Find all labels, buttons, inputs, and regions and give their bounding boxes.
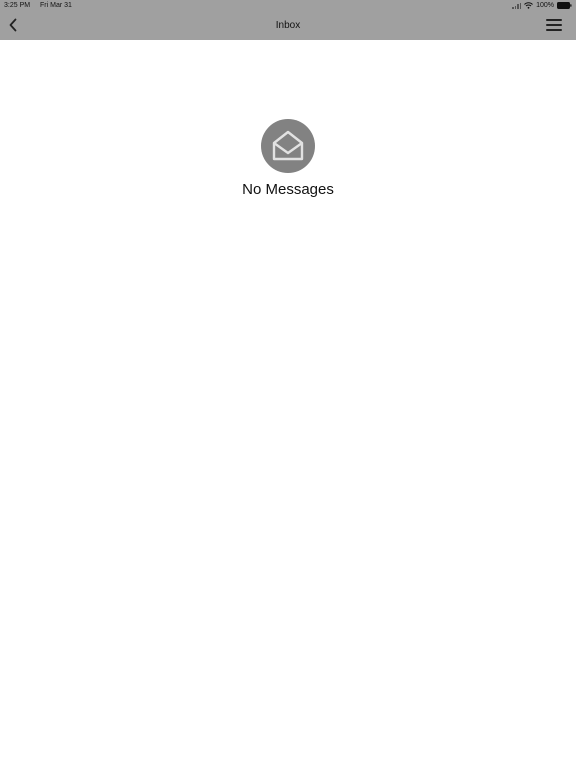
status-bar: 3:25 PM Fri Mar 31 100% bbox=[0, 0, 576, 11]
status-left: 3:25 PM Fri Mar 31 bbox=[4, 0, 80, 11]
signal-icon bbox=[512, 2, 522, 9]
status-date: Fri Mar 31 bbox=[40, 2, 72, 9]
wifi-icon bbox=[524, 2, 533, 9]
open-envelope-icon bbox=[272, 130, 304, 161]
battery-percent: 100% bbox=[536, 2, 554, 9]
battery-icon bbox=[557, 2, 572, 9]
empty-state: No Messages bbox=[0, 119, 576, 198]
page-title: Inbox bbox=[275, 20, 301, 31]
empty-message: No Messages bbox=[242, 181, 334, 198]
status-right: 100% bbox=[512, 0, 572, 11]
empty-inbox-badge bbox=[261, 119, 315, 173]
nav-bar: Inbox bbox=[0, 11, 576, 40]
menu-button[interactable] bbox=[546, 18, 562, 32]
status-time: 3:25 PM bbox=[4, 2, 31, 9]
